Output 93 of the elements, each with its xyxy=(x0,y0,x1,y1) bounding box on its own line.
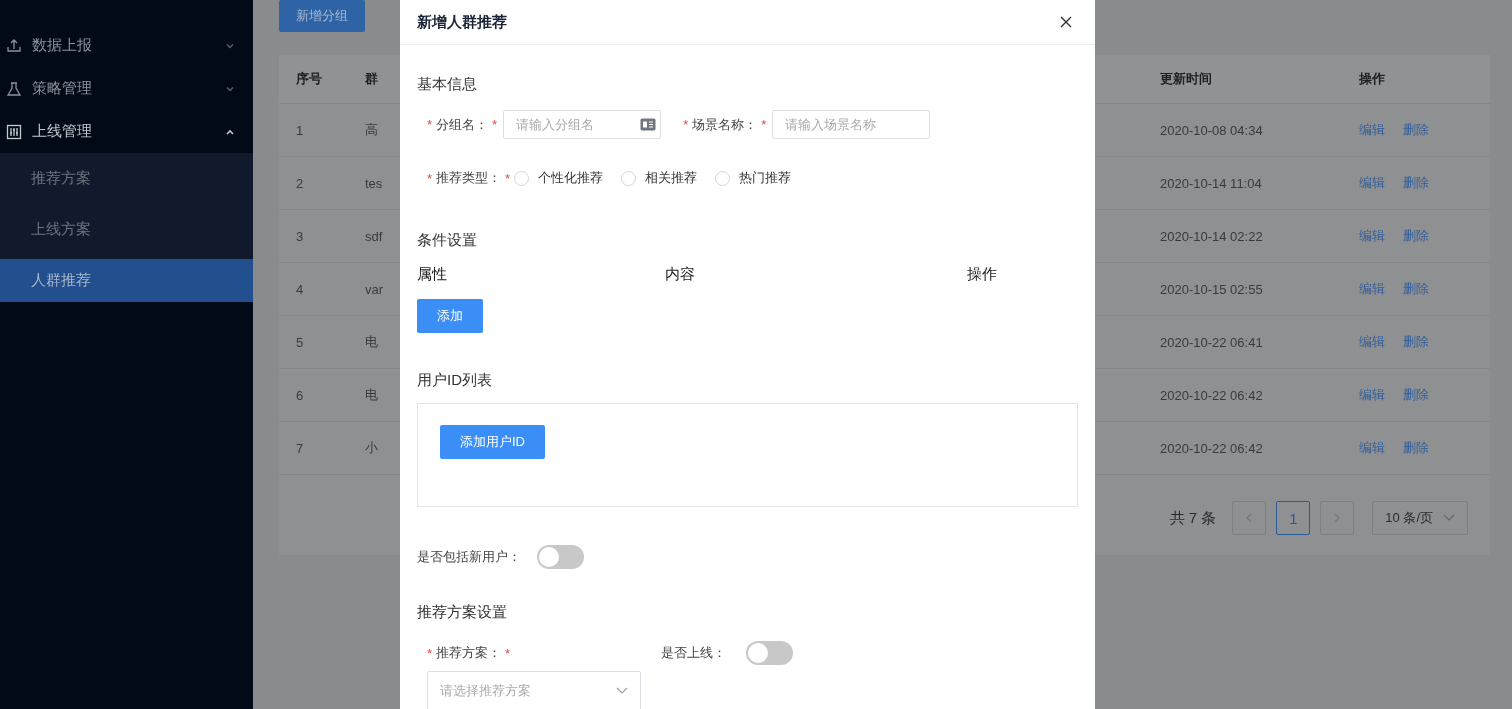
edit-link[interactable]: 编辑 xyxy=(1359,386,1385,404)
flask-icon xyxy=(6,80,22,97)
field-label: 推荐类型： xyxy=(436,169,502,187)
add-button[interactable]: 添加 xyxy=(417,299,483,333)
menu-item[interactable]: 策略管理 xyxy=(0,67,253,110)
page-size-select[interactable]: 10 条/页 xyxy=(1372,501,1468,535)
table-cell-text: 2020-10-22 06:42 xyxy=(1160,387,1264,403)
total-count: 共 7 条 xyxy=(1169,508,1217,528)
toggle-switch[interactable] xyxy=(746,641,793,665)
delete-link[interactable]: 删除 xyxy=(1403,121,1429,139)
table-cell-text: 2020-10-22 06:41 xyxy=(1160,334,1264,350)
required-mark: * xyxy=(505,645,511,661)
menu-item[interactable]: 数据上报 xyxy=(0,24,253,67)
radio-option[interactable]: 热门推荐 xyxy=(715,169,792,187)
table-cell-text: 2020-10-22 06:42 xyxy=(1160,440,1264,456)
column-header: 群 xyxy=(365,70,379,88)
section-title: 推荐方案设置 xyxy=(417,603,508,622)
column-header: 内容 xyxy=(665,265,696,284)
table-cell-text: 2 xyxy=(295,175,305,191)
field-label: 是否上线： xyxy=(661,644,726,662)
dialog-title: 新增人群推荐 xyxy=(417,12,507,32)
table-cell-text: 5 xyxy=(295,334,305,350)
field-label: 场景名称： xyxy=(692,115,758,134)
sliders-icon xyxy=(6,123,22,140)
edit-link[interactable]: 编辑 xyxy=(1359,174,1385,192)
submenu-item[interactable]: 推荐方案 xyxy=(0,153,253,204)
table-cell-text: 电 xyxy=(365,333,379,351)
add-user-id-button[interactable]: 添加用户ID xyxy=(440,425,545,459)
section-title: 条件设置 xyxy=(417,231,478,250)
column-header: 操作 xyxy=(967,265,997,284)
required-mark: * xyxy=(505,170,511,186)
menu-item[interactable]: 上线管理 xyxy=(0,110,253,153)
chevron-left-icon xyxy=(1245,513,1254,523)
required-mark: * xyxy=(683,117,689,132)
column-header: 序号 xyxy=(295,70,323,88)
column-header: 更新时间 xyxy=(1160,70,1213,88)
table-cell: var xyxy=(365,281,384,297)
section-title: 基本信息 xyxy=(417,75,478,94)
next-page-button[interactable] xyxy=(1320,501,1355,535)
required-mark: * xyxy=(427,645,433,661)
delete-link[interactable]: 删除 xyxy=(1403,439,1429,457)
chevron-down-icon xyxy=(616,687,628,695)
upload-icon xyxy=(6,37,22,54)
chevron-right-icon xyxy=(1333,513,1342,523)
radio-option[interactable]: 个性化推荐 xyxy=(514,169,604,187)
table-cell-text: 4 xyxy=(295,281,305,297)
table-cell: sdf xyxy=(365,228,384,244)
section-title: 用户ID列表 xyxy=(417,371,493,390)
table-cell-text: 2020-10-08 04:34 xyxy=(1160,122,1264,138)
column-header: 属性 xyxy=(417,265,448,284)
required-mark: * xyxy=(761,117,767,132)
table-cell-text: 1 xyxy=(295,122,305,138)
chevron-down-icon xyxy=(1443,514,1455,522)
input-field[interactable]: 请输入分组名 xyxy=(503,110,662,139)
field-label: 分组名： xyxy=(436,115,489,134)
page-button[interactable]: 1 xyxy=(1276,501,1311,535)
add-group-button[interactable]: 新增分组 xyxy=(279,0,365,32)
table-cell-text: 3 xyxy=(295,228,305,244)
table-cell: tes xyxy=(365,175,384,191)
delete-link[interactable]: 删除 xyxy=(1403,227,1429,245)
radio-option[interactable]: 相关推荐 xyxy=(621,169,698,187)
table-cell-text: 电 xyxy=(365,386,379,404)
submenu-item[interactable]: 人群推荐 xyxy=(0,259,253,302)
table-cell-text: 7 xyxy=(295,440,305,456)
edit-link[interactable]: 编辑 xyxy=(1359,333,1385,351)
submenu-item[interactable]: 上线方案 xyxy=(0,204,253,255)
edit-link[interactable]: 编辑 xyxy=(1359,227,1385,245)
edit-link[interactable]: 编辑 xyxy=(1359,121,1385,139)
required-mark: * xyxy=(492,117,498,132)
edit-link[interactable]: 编辑 xyxy=(1359,439,1385,457)
delete-link[interactable]: 删除 xyxy=(1403,174,1429,192)
column-header: 操作 xyxy=(1359,70,1385,88)
field-label: 推荐方案： xyxy=(436,644,502,662)
table-cell-text: 高 xyxy=(365,121,379,139)
delete-link[interactable]: 删除 xyxy=(1403,333,1429,351)
table-cell-text: 2020-10-15 02:55 xyxy=(1160,281,1264,297)
field-label: 是否包括新用户： xyxy=(417,548,521,566)
input-field[interactable]: 请输入场景名称 xyxy=(772,110,931,139)
delete-link[interactable]: 删除 xyxy=(1403,386,1429,404)
id-card-icon xyxy=(640,118,657,131)
prev-page-button[interactable] xyxy=(1232,501,1267,535)
table-cell-text: 小 xyxy=(365,439,379,457)
required-mark: * xyxy=(427,170,433,186)
delete-link[interactable]: 删除 xyxy=(1403,280,1429,298)
required-mark: * xyxy=(427,117,433,132)
table-cell-text: 2020-10-14 02:22 xyxy=(1160,228,1264,244)
table-cell-text: 6 xyxy=(295,387,305,403)
edit-link[interactable]: 编辑 xyxy=(1359,280,1385,298)
select-field[interactable]: 请选择推荐方案 xyxy=(427,671,641,709)
toggle-switch[interactable] xyxy=(537,545,584,569)
close-icon xyxy=(1060,16,1072,28)
table-cell-text: 2020-10-14 11:04 xyxy=(1160,175,1263,191)
close-button[interactable] xyxy=(1058,14,1074,30)
